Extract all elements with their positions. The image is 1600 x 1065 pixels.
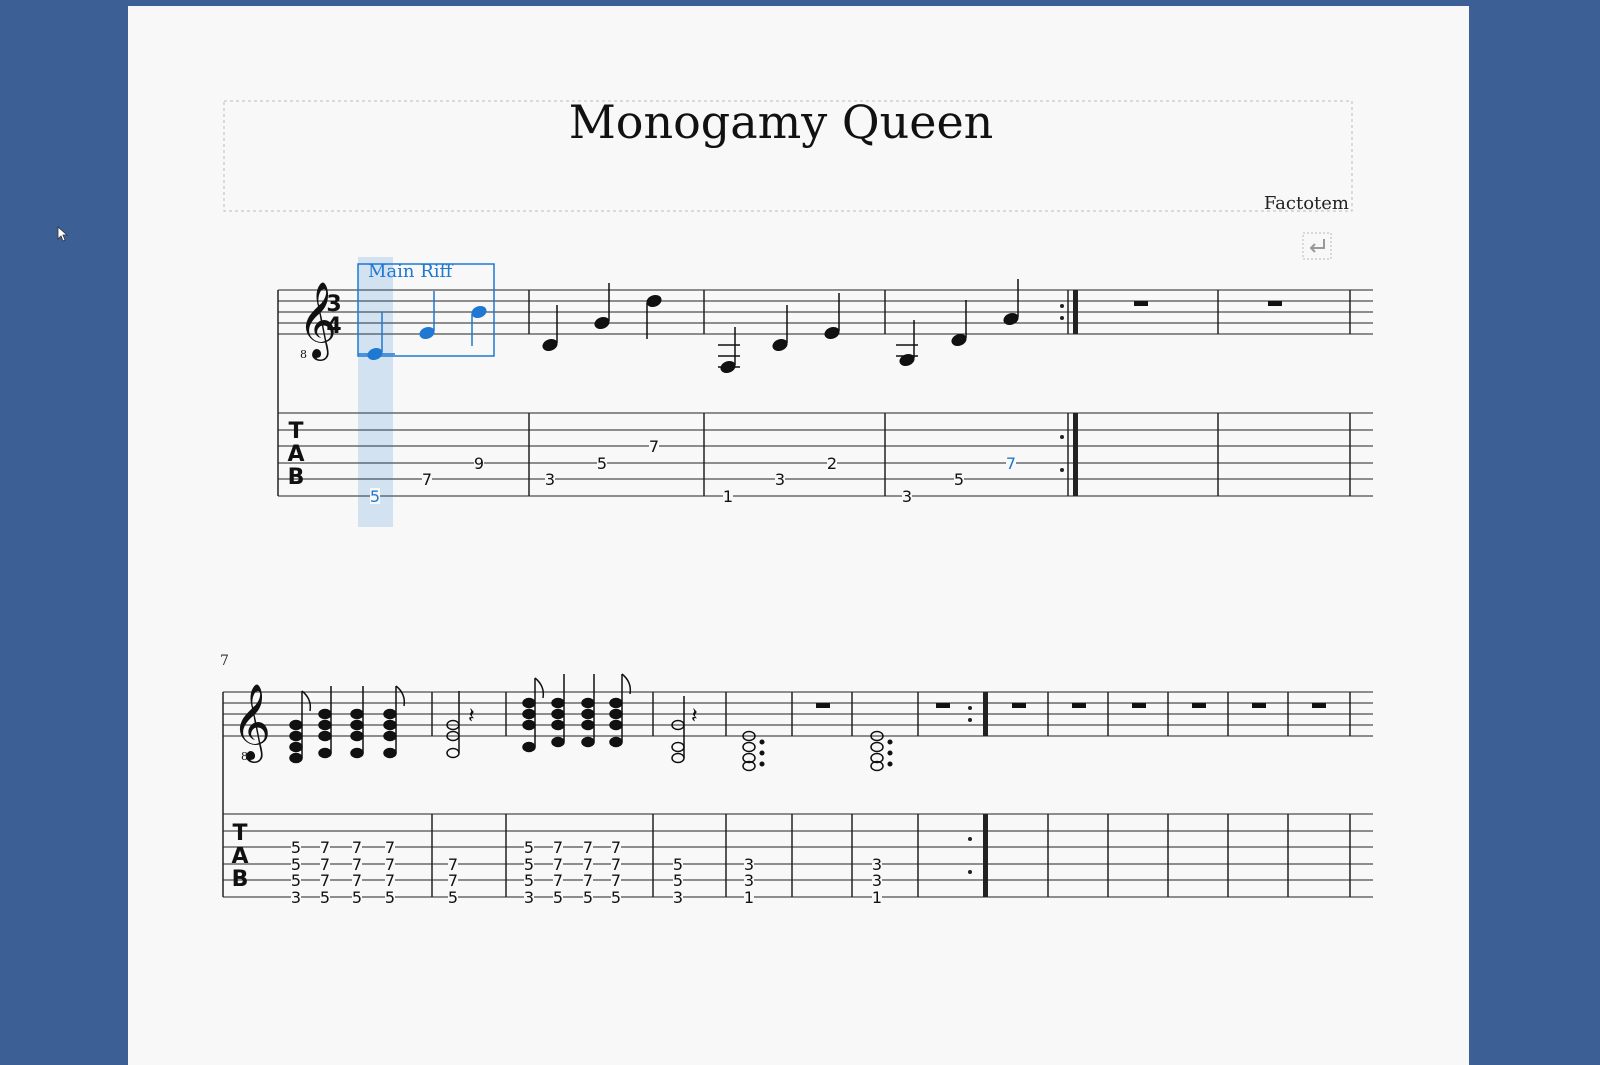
score-canvas[interactable]: Monogamy Queen Factotem 𝄞 8 3 4 T A B Ma…	[128, 6, 1469, 1065]
tab-fret-number[interactable]: 5	[583, 888, 593, 907]
system-2-tab-staff	[223, 813, 1373, 898]
tab-fret-number[interactable]: 1	[744, 888, 754, 907]
dotted-half-chord	[742, 730, 765, 772]
whole-rest	[936, 703, 950, 708]
tab-fret-number[interactable]: 3	[902, 487, 912, 506]
time-signature-denominator: 4	[326, 314, 341, 339]
tab-fret-number[interactable]: 5	[352, 888, 362, 907]
whole-rest	[1132, 703, 1146, 708]
system-1-barlines	[277, 290, 1351, 496]
dotted-half-chord	[870, 730, 893, 772]
tab-fret-number[interactable]: 7	[422, 470, 432, 489]
quarter-rest-icon: 𝄽	[468, 704, 475, 729]
tab-clef-t: T	[288, 419, 303, 444]
tab-fret-number[interactable]: 5	[597, 454, 607, 473]
tab-fret-number[interactable]: 5	[385, 888, 395, 907]
whole-rest	[1192, 703, 1206, 708]
chord	[350, 686, 364, 759]
tab-fret-number[interactable]: 3	[775, 470, 785, 489]
tab-fret-number[interactable]: 2	[827, 454, 837, 473]
system-1-staff	[278, 289, 1373, 335]
composer-text[interactable]: Factotem	[1264, 193, 1349, 214]
line-break-icon[interactable]	[1302, 232, 1332, 260]
tab-fret-number[interactable]: 1	[723, 487, 733, 506]
whole-rest	[816, 703, 830, 708]
tab-fret-number[interactable]: 3	[291, 888, 301, 907]
chord	[289, 690, 312, 764]
tab-fret-number[interactable]: 9	[474, 454, 484, 473]
tab-fret-number[interactable]: 5	[370, 487, 380, 506]
whole-rest	[1134, 301, 1148, 306]
quarter-rest-icon: 𝄽	[691, 704, 698, 729]
tab-fret-number[interactable]: 7	[649, 437, 659, 456]
section-label[interactable]: Main Riff	[368, 261, 454, 282]
tab-fret-number[interactable]: 5	[954, 470, 964, 489]
treble-clef-icon: 𝄞	[232, 683, 271, 763]
chord	[522, 677, 545, 753]
tab-fret-number[interactable]: 5	[320, 888, 330, 907]
tab-fret-number[interactable]: 3	[545, 470, 555, 489]
chord	[318, 686, 332, 759]
whole-rest	[1252, 703, 1266, 708]
tab-clef-b: B	[232, 867, 249, 892]
measure-number: 7	[220, 653, 229, 669]
repeat-end-barline-1	[1060, 290, 1078, 496]
system-1-tab-staff	[278, 412, 1373, 497]
chord	[671, 696, 685, 764]
tab-clef-b: B	[288, 465, 305, 490]
tab-clef: T A B	[231, 821, 248, 892]
whole-rest	[1268, 301, 1282, 306]
system-2-notes: 𝄽 𝄽	[289, 673, 1326, 772]
tab-fret-number[interactable]: 7	[1006, 454, 1016, 473]
octave-mark: 8	[241, 750, 248, 763]
octave-mark: 8	[300, 348, 307, 361]
whole-rest	[1072, 703, 1086, 708]
score-page: Monogamy Queen Factotem 𝄞 8 3 4 T A B Ma…	[128, 6, 1469, 1065]
tab-fret-number[interactable]: 5	[448, 888, 458, 907]
chord	[383, 685, 406, 759]
mouse-cursor-icon	[57, 226, 69, 242]
tab-fret-number[interactable]: 3	[524, 888, 534, 907]
tab-fret-number[interactable]: 3	[673, 888, 683, 907]
whole-rest	[1012, 703, 1026, 708]
repeat-end-barline-2	[968, 692, 988, 897]
whole-rest	[1312, 703, 1326, 708]
tab-clef-a: A	[231, 844, 248, 869]
tab-clef: T A B	[287, 419, 304, 490]
score-title[interactable]: Monogamy Queen	[569, 95, 994, 149]
tab-fret-number[interactable]: 5	[553, 888, 563, 907]
tab-fret-number[interactable]: 5	[611, 888, 621, 907]
system-1-notes	[358, 279, 1282, 374]
tab-clef-a: A	[287, 442, 304, 467]
tab-clef-t: T	[232, 821, 247, 846]
chord	[446, 691, 460, 759]
tab-fret-number[interactable]: 1	[872, 888, 882, 907]
